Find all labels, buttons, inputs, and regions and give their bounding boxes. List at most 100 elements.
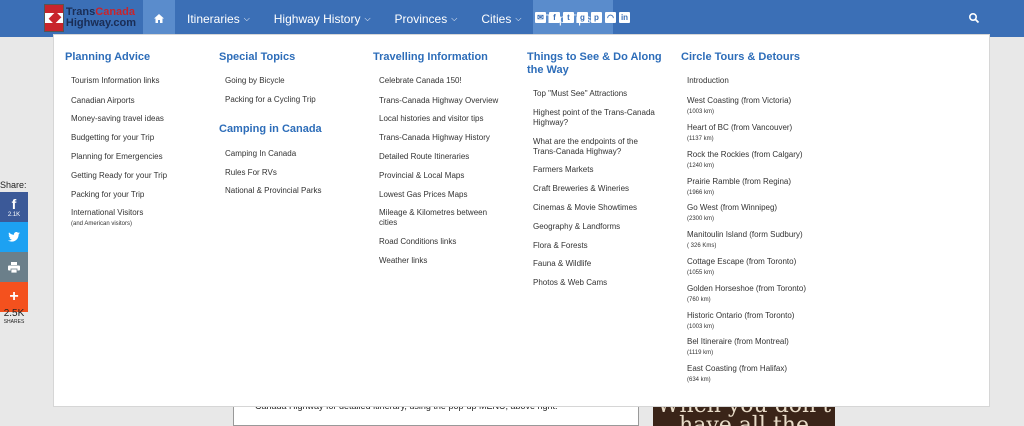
pinterest-icon[interactable]: p	[591, 12, 602, 23]
circle-tour-distance: (1137 km)	[687, 136, 714, 142]
menu-link[interactable]: Planning for Emergencies	[71, 152, 163, 162]
nav-label: Cities	[481, 11, 512, 26]
nav-itineraries[interactable]: Itineraries ⌵	[175, 0, 262, 37]
circle-tour-distance: (1003 km)	[687, 324, 715, 330]
menu-link-mileage[interactable]: Mileage & Kilometres between cities	[379, 208, 487, 228]
heading-line2: the Way	[527, 64, 569, 76]
home-icon	[154, 14, 164, 23]
menu-link[interactable]: Top "Must See" Attractions	[533, 89, 627, 99]
circle-tour-title: Golden Horseshoe (from Toronto)	[687, 284, 807, 293]
camping-heading: Camping in Canada	[219, 123, 322, 135]
circle-tour-title: Manitoulin Island (form Sudbury)	[687, 230, 803, 239]
menu-link[interactable]: Detailed Route Itineraries	[379, 152, 469, 162]
menu-link[interactable]: Canadian Airports	[71, 96, 135, 106]
facebook-icon[interactable]: f	[549, 12, 560, 23]
email-icon[interactable]: ✉	[535, 12, 546, 23]
circle-tour-title: Rock the Rockies (from Calgary)	[687, 150, 803, 159]
menu-link-endpoints[interactable]: What are the endpoints of the Trans-Cana…	[533, 137, 638, 157]
circle-tour-link[interactable]: Heart of BC (from Vancouver) (1137 km)	[687, 123, 792, 144]
circle-tour-distance: (760 km)	[687, 297, 711, 303]
plus-icon: +	[9, 288, 19, 305]
menu-link[interactable]: Fauna & Wildlife	[533, 259, 591, 269]
menu-link[interactable]: Provincial & Local Maps	[379, 171, 464, 181]
total-shares: 2.5K SHARES	[0, 308, 28, 325]
planning-advice-heading: Planning Advice	[65, 51, 151, 63]
menu-link[interactable]: Trans-Canada Highway History	[379, 133, 490, 143]
chevron-down-icon: ⌵	[451, 13, 458, 23]
circle-tour-link[interactable]: Historic Ontario (from Toronto) (1003 km)	[687, 311, 794, 332]
circle-tour-link[interactable]: Cottage Escape (from Toronto) (1055 km)	[687, 257, 796, 278]
circle-tour-link[interactable]: Go West (from Winnipeg) (2300 km)	[687, 203, 777, 224]
menu-link[interactable]: Farmers Markets	[533, 165, 593, 175]
rss-icon[interactable]: ◠	[605, 12, 616, 23]
linkedin-icon[interactable]: in	[619, 12, 630, 23]
twitter-share-button[interactable]	[0, 222, 28, 252]
social-links: ✉ f t g p ◠ in	[535, 12, 630, 23]
menu-link[interactable]: Packing for your Trip	[71, 190, 144, 200]
menu-link[interactable]: Getting Ready for your Trip	[71, 171, 167, 181]
top-nav-bar: TransCanada Highway.com Itineraries ⌵ Hig…	[0, 0, 1024, 37]
circle-tour-link[interactable]: Prairie Ramble (from Regina) (1966 km)	[687, 177, 791, 198]
menu-link[interactable]: Tourism Information links	[71, 76, 159, 86]
circle-tour-distance: (1240 km)	[687, 163, 715, 169]
circle-tour-title: Heart of BC (from Vancouver)	[687, 123, 793, 132]
menu-link[interactable]: Local histories and visitor tips	[379, 114, 484, 124]
menu-link[interactable]: Budgetting for your Trip	[71, 133, 154, 143]
menu-link[interactable]: Introduction	[687, 76, 729, 86]
menu-link[interactable]: Geography & Landforms	[533, 222, 620, 232]
travelling-info-heading: Travelling Information	[373, 51, 488, 63]
ad-line-2: have all the	[679, 413, 809, 426]
facebook-icon: f	[11, 195, 17, 212]
menu-link[interactable]: Craft Breweries & Wineries	[533, 184, 629, 194]
menu-link-label-line2: Highway?	[533, 118, 569, 127]
circle-tours-heading: Circle Tours & Detours	[681, 51, 800, 63]
circle-tour-distance: (1119 km)	[687, 350, 714, 356]
menu-link[interactable]: Flora & Forests	[533, 241, 588, 251]
menu-link[interactable]: Photos & Web Cams	[533, 278, 607, 288]
menu-link-label: What are the endpoints of the	[533, 137, 638, 146]
menu-link-highest-point[interactable]: Highest point of the Trans-Canada Highwa…	[533, 108, 655, 128]
nav-provinces[interactable]: Provinces ⌵	[383, 0, 470, 37]
search-icon[interactable]	[968, 12, 980, 24]
menu-link[interactable]: National & Provincial Parks	[225, 186, 321, 196]
print-icon	[8, 261, 20, 273]
menu-link-international[interactable]: International Visitors (and American vis…	[71, 208, 143, 229]
twitter-icon[interactable]: t	[563, 12, 574, 23]
circle-tour-link[interactable]: East Coasting (from Halifax) (634 km)	[687, 364, 787, 385]
nav-cities[interactable]: Cities ⌵	[469, 0, 533, 37]
circle-tour-link[interactable]: Manitoulin Island (form Sudbury) ( 326 Km…	[687, 230, 803, 251]
menu-link[interactable]: Money-saving travel ideas	[71, 114, 164, 124]
logo-text: TransCanada Highway.com	[66, 7, 136, 29]
total-share-count: 2.5K	[3, 308, 25, 319]
circle-tour-title: Historic Ontario (from Toronto)	[687, 311, 795, 320]
menu-link[interactable]: Trans-Canada Highway Overview	[379, 96, 498, 106]
circle-tour-distance: ( 326 Kms)	[687, 243, 717, 249]
menu-link[interactable]: Rules For RVs	[225, 168, 277, 178]
circle-tour-link[interactable]: Golden Horseshoe (from Toronto) (760 km)	[687, 284, 806, 305]
facebook-share-count: 2.1K	[7, 211, 21, 218]
facebook-share-button[interactable]: f 2.1K	[0, 192, 28, 222]
circle-tour-link[interactable]: West Coasting (from Victoria) (1003 km)	[687, 96, 791, 117]
menu-link[interactable]: Packing for a Cycling Trip	[225, 95, 316, 105]
menu-link[interactable]: Weather links	[379, 256, 427, 266]
site-logo[interactable]: TransCanada Highway.com	[44, 3, 136, 33]
circle-tour-title: Bel Itineraire (from Montreal)	[687, 337, 789, 346]
home-button[interactable]	[143, 0, 175, 37]
flag-logo-icon	[44, 4, 64, 32]
menu-link-label: Mileage & Kilometres between	[379, 208, 488, 217]
circle-tour-link[interactable]: Bel Itineraire (from Montreal) (1119 km)	[687, 337, 789, 358]
circle-tour-distance: (1003 km)	[687, 109, 715, 115]
nav-label: Itineraries	[187, 11, 240, 26]
circle-tour-title: Prairie Ramble (from Regina)	[687, 177, 792, 186]
circle-tour-link[interactable]: Rock the Rockies (from Calgary) (1240 km)	[687, 150, 803, 171]
google-plus-icon[interactable]: g	[577, 12, 588, 23]
menu-link[interactable]: Camping In Canada	[225, 149, 296, 159]
menu-link[interactable]: Lowest Gas Prices Maps	[379, 190, 467, 200]
nav-highway-history[interactable]: Highway History ⌵	[262, 0, 383, 37]
menu-link[interactable]: Celebrate Canada 150!	[379, 76, 462, 86]
menu-link[interactable]: Cinemas & Movie Showtimes	[533, 203, 637, 213]
menu-link[interactable]: Going by Bicycle	[225, 76, 285, 86]
print-share-button[interactable]	[0, 252, 28, 282]
logo-line2: Highway.com	[65, 17, 136, 29]
menu-link[interactable]: Road Conditions links	[379, 237, 456, 247]
